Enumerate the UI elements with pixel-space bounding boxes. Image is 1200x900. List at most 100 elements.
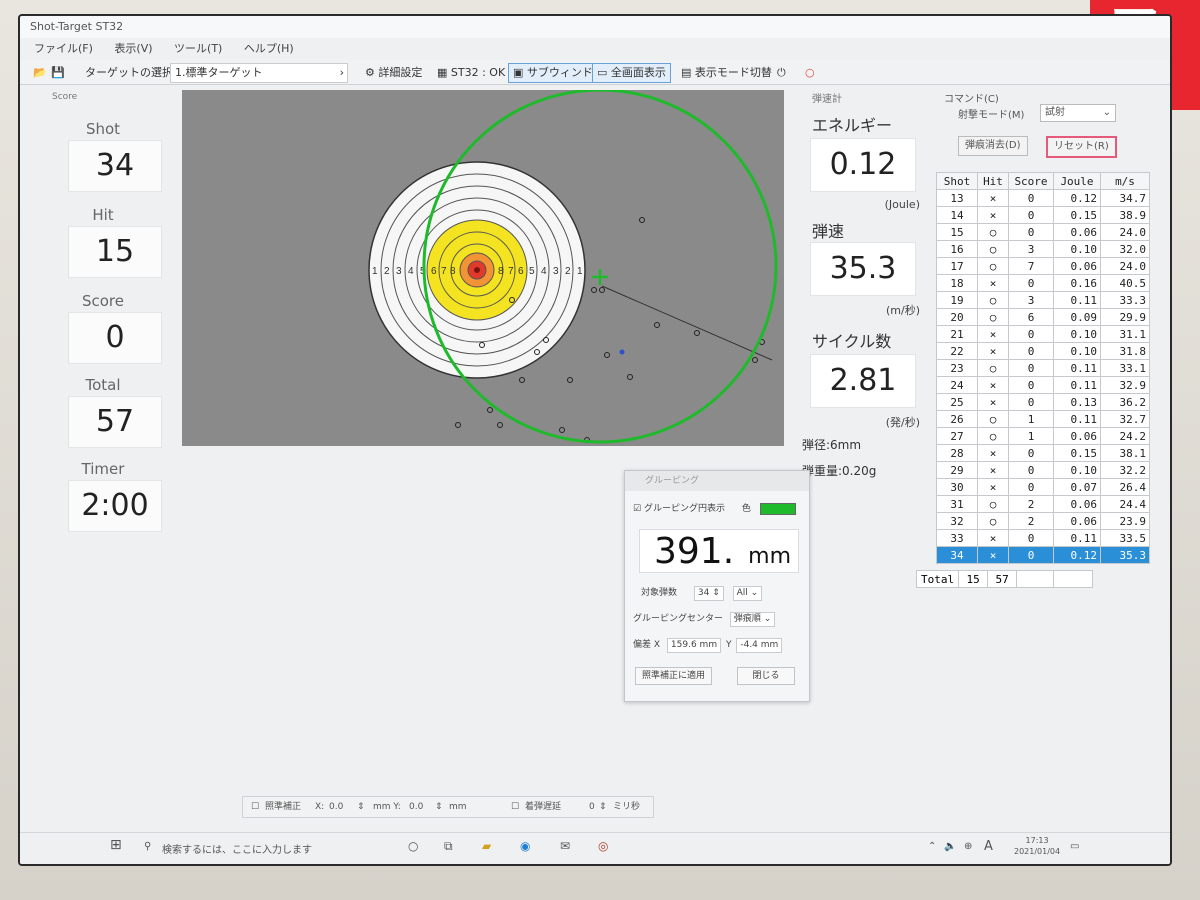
ring-number: 4: [541, 266, 547, 277]
taskbar-search-input[interactable]: 検索するには、ここに入力します: [162, 841, 312, 856]
search-icon[interactable]: ⚲: [144, 841, 151, 852]
cell-score: 0: [1008, 529, 1054, 547]
menu-tools[interactable]: ツール(T): [174, 42, 222, 55]
table-row[interactable]: 21 × 0 0.10 31.1: [936, 325, 1150, 343]
cell-score: 0: [1008, 274, 1054, 292]
cell-shot: 29: [936, 461, 978, 479]
table-row[interactable]: 23 ○ 0 0.11 33.1: [936, 359, 1150, 377]
y-label: mm Y:: [373, 802, 401, 812]
y-value[interactable]: 0.0: [409, 797, 423, 817]
col-hit[interactable]: Hit: [977, 172, 1009, 190]
detail-settings-button[interactable]: ⚙ 詳細設定: [360, 63, 427, 83]
fullscreen-button[interactable]: ▭ 全画面表示: [592, 63, 671, 83]
cell-shot: 26: [936, 410, 978, 428]
col-joule[interactable]: Joule: [1053, 172, 1101, 190]
target-shots-row: 対象弾数 34 ⇕ All ⌄: [641, 585, 763, 601]
reset-button[interactable]: リセット(R): [1046, 136, 1117, 158]
trajectory-line: [601, 285, 773, 361]
volume-icon[interactable]: 🔈: [944, 841, 956, 852]
target-app-icon[interactable]: ◎: [598, 839, 608, 853]
menu-view[interactable]: 表示(V): [114, 42, 152, 55]
clear-holes-button[interactable]: 弾痕消去(D): [958, 136, 1028, 156]
shot-hole: [752, 357, 758, 363]
shot-hole: [519, 377, 525, 383]
offset-x-field[interactable]: 159.6 mm: [666, 638, 722, 653]
cell-hit: ○: [977, 223, 1009, 241]
table-row[interactable]: 28 × 0 0.15 38.1: [936, 444, 1150, 462]
table-row[interactable]: 34 × 0 0.12 35.3: [936, 546, 1150, 564]
mail-icon[interactable]: ✉: [560, 839, 570, 853]
center-select[interactable]: 弾痕順 ⌄: [729, 612, 776, 627]
ring-number: 6: [518, 266, 524, 277]
color-swatch[interactable]: [759, 502, 796, 515]
chevron-up-icon[interactable]: ⌃: [928, 841, 936, 852]
target-shots-spinner[interactable]: 34 ⇕: [693, 586, 724, 601]
table-row[interactable]: 25 × 0 0.13 36.2: [936, 393, 1150, 411]
cell-shot: 34: [936, 546, 978, 564]
col-velocity[interactable]: m/s: [1100, 172, 1150, 190]
delay-spinner-icon[interactable]: ⇕: [599, 797, 607, 817]
app-screen: Shot-Target ST32 ファイル(F) 表示(V) ツール(T) ヘル…: [18, 14, 1172, 866]
y-spinner-icon[interactable]: ⇕: [435, 797, 443, 817]
cell-shot: 16: [936, 240, 978, 258]
windows-start-icon[interactable]: ⊞: [110, 837, 122, 853]
record-icon[interactable]: ○: [800, 63, 820, 83]
table-row[interactable]: 24 × 0 0.11 32.9: [936, 376, 1150, 394]
cell-velocity: 38.9: [1100, 206, 1150, 224]
toolbar: 📂 💾 ターゲットの選択: 1.標準ターゲット › ⚙ 詳細設定 ▦ ST32 :…: [20, 60, 1170, 85]
aim-correction-checkbox[interactable]: ☐: [251, 797, 259, 817]
table-row[interactable]: 29 × 0 0.10 32.2: [936, 461, 1150, 479]
network-icon[interactable]: ⊕: [964, 841, 972, 852]
table-row[interactable]: 33 × 0 0.11 33.5: [936, 529, 1150, 547]
close-button[interactable]: 閉じる: [737, 667, 795, 685]
target-scope-value: All: [736, 588, 748, 598]
table-row[interactable]: 14 × 0 0.15 38.9: [936, 206, 1150, 224]
power-icon[interactable]: ⏻: [772, 63, 791, 83]
cell-velocity: 35.3: [1100, 546, 1150, 564]
table-row[interactable]: 19 ○ 3 0.11 33.3: [936, 291, 1150, 309]
velocity-label: 弾速: [812, 222, 845, 241]
x-spinner-icon[interactable]: ⇕: [357, 797, 365, 817]
table-row[interactable]: 26 ○ 1 0.11 32.7: [936, 410, 1150, 428]
table-header-row: Shot Hit Score Joule m/s: [936, 172, 1150, 190]
table-row[interactable]: 22 × 0 0.10 31.8: [936, 342, 1150, 360]
file-explorer-icon[interactable]: ▰: [482, 839, 491, 853]
col-score[interactable]: Score: [1008, 172, 1054, 190]
save-icon[interactable]: 💾: [46, 63, 70, 83]
offset-y-field[interactable]: -4.4 mm: [736, 638, 783, 653]
table-row[interactable]: 31 ○ 2 0.06 24.4: [936, 495, 1150, 513]
table-row[interactable]: 13 × 0 0.12 34.7: [936, 189, 1150, 207]
table-row[interactable]: 27 ○ 1 0.06 24.2: [936, 427, 1150, 445]
target-scope-select[interactable]: All ⌄: [732, 586, 763, 601]
show-circle-checkbox[interactable]: ☑: [633, 504, 641, 514]
table-row[interactable]: 20 ○ 6 0.09 29.9: [936, 308, 1150, 326]
table-row[interactable]: 17 ○ 7 0.06 24.0: [936, 257, 1150, 275]
table-row[interactable]: 15 ○ 0 0.06 24.0: [936, 223, 1150, 241]
table-row[interactable]: 16 ○ 3 0.10 32.0: [936, 240, 1150, 258]
target-view[interactable]: 1 2 3 4 5 6 7 8 8 7 6 5 4 3 2 1: [182, 90, 784, 446]
menu-help[interactable]: ヘルプ(H): [244, 42, 294, 55]
col-shot[interactable]: Shot: [936, 172, 978, 190]
offset-x-label: 偏差 X: [633, 640, 661, 650]
x-value[interactable]: 0.0: [329, 797, 343, 817]
table-row[interactable]: 32 ○ 2 0.06 23.9: [936, 512, 1150, 530]
clock[interactable]: 17:13 2021/01/04: [1014, 835, 1060, 857]
fire-mode-select[interactable]: 試射 ⌄: [1040, 104, 1116, 122]
delay-checkbox[interactable]: ☐: [511, 797, 519, 817]
status-button[interactable]: ▦ ST32 : OK: [432, 63, 510, 83]
task-view-icon[interactable]: ⧉: [444, 839, 453, 854]
edge-browser-icon[interactable]: ◉: [520, 839, 530, 853]
cortana-icon[interactable]: ○: [408, 839, 418, 853]
delay-value[interactable]: 0: [589, 797, 595, 817]
menu-file[interactable]: ファイル(F): [34, 42, 93, 55]
cell-joule: 0.16: [1053, 274, 1101, 292]
notification-icon[interactable]: ▭: [1070, 841, 1079, 852]
apply-correction-button[interactable]: 照準補正に適用: [635, 667, 713, 685]
table-row[interactable]: 18 × 0 0.16 40.5: [936, 274, 1150, 292]
cell-shot: 20: [936, 308, 978, 326]
target-select-dropdown[interactable]: 1.標準ターゲット ›: [170, 63, 348, 83]
display-mode-button[interactable]: ▤ 表示モード切替: [676, 63, 777, 83]
ime-indicator[interactable]: A: [984, 839, 993, 854]
energy-unit: (Joule): [884, 198, 920, 211]
table-row[interactable]: 30 × 0 0.07 26.4: [936, 478, 1150, 496]
